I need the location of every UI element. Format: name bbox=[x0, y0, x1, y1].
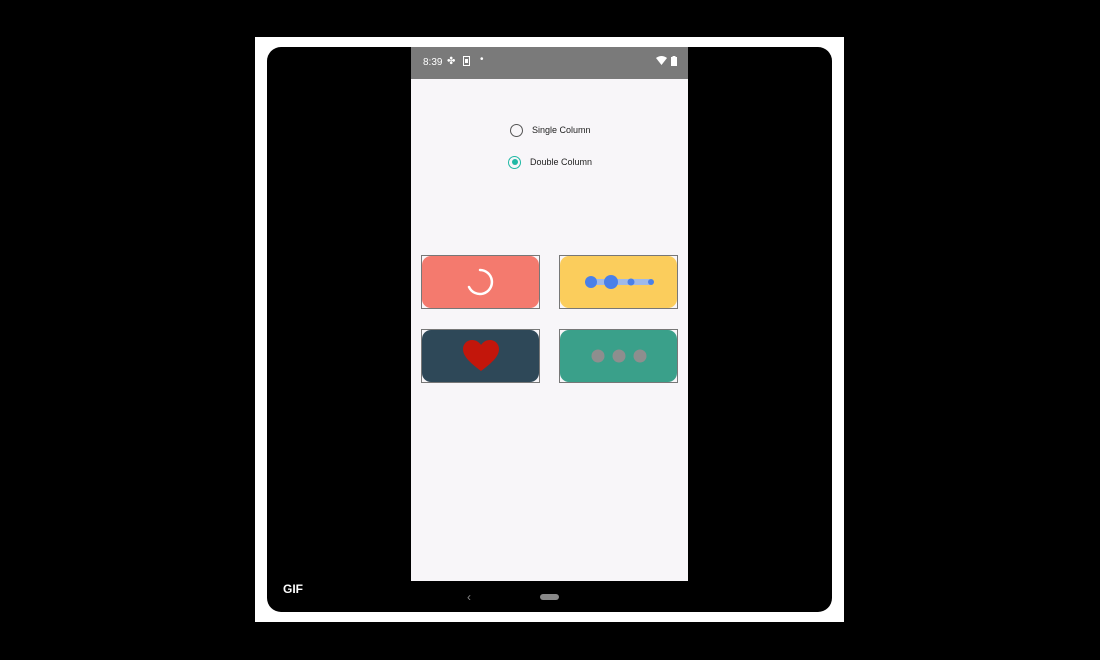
nav-home-pill[interactable] bbox=[540, 594, 559, 600]
wifi-icon bbox=[656, 56, 667, 69]
gif-badge: GIF bbox=[283, 582, 303, 596]
dots-slider-icon bbox=[585, 275, 654, 289]
three-dots-card[interactable] bbox=[560, 330, 677, 382]
dots-slider-card[interactable] bbox=[560, 256, 677, 308]
heart-card[interactable] bbox=[422, 330, 539, 382]
app-screen: 8:39 ✤ • Single Column Double Column bbox=[411, 47, 688, 581]
battery-icon bbox=[671, 56, 677, 70]
radio-double-column[interactable]: Double Column bbox=[508, 152, 592, 172]
card-outline bbox=[559, 329, 678, 383]
radio-button-unchecked[interactable] bbox=[510, 123, 523, 137]
radio-label-double-column: Double Column bbox=[530, 157, 593, 167]
status-bar: 8:39 ✤ • bbox=[411, 47, 688, 79]
dot-icon: • bbox=[480, 54, 484, 65]
card-outline bbox=[421, 329, 540, 383]
loading-spinner-card[interactable] bbox=[422, 256, 539, 308]
three-dots-icon bbox=[591, 349, 647, 363]
fan-icon: ✤ bbox=[447, 56, 456, 67]
radio-single-column[interactable]: Single Column bbox=[510, 120, 591, 140]
card-outline bbox=[559, 255, 678, 309]
radio-button-checked[interactable] bbox=[508, 155, 521, 169]
spinner-arc-icon bbox=[467, 268, 494, 296]
sim-icon bbox=[463, 56, 470, 70]
status-time: 8:39 bbox=[423, 57, 443, 68]
heart-icon bbox=[463, 340, 499, 371]
card-outline bbox=[421, 255, 540, 309]
nav-back-icon[interactable]: ‹ bbox=[467, 590, 471, 604]
radio-label-single-column: Single Column bbox=[532, 125, 591, 135]
